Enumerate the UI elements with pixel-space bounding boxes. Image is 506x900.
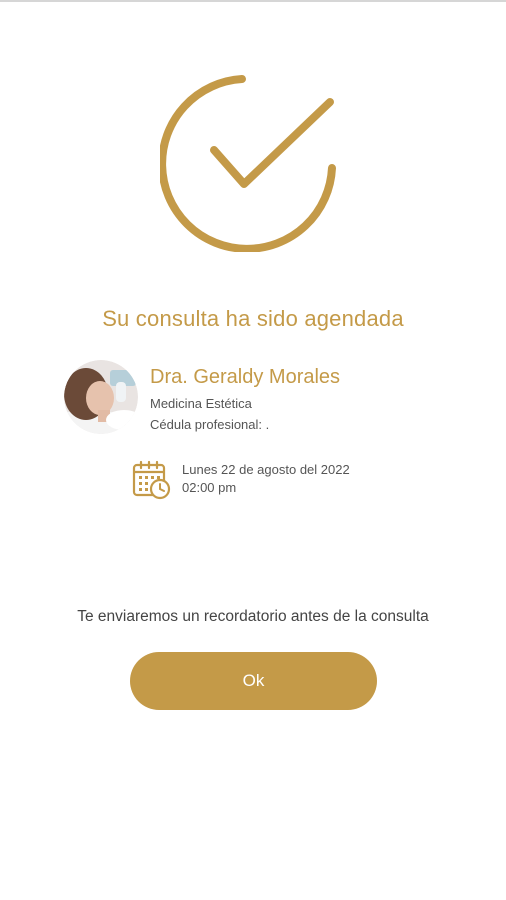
reminder-message: Te enviaremos un recordatorio antes de l…: [77, 608, 429, 625]
page-title: Su consulta ha sido agendada: [102, 306, 404, 331]
top-divider: [0, 0, 506, 2]
doctor-avatar: [64, 360, 138, 434]
appointment-date: Lunes 22 de agosto del 2022: [182, 462, 350, 477]
appointment-time: 02:00 pm: [182, 480, 237, 495]
check-circle-icon: [158, 72, 346, 253]
calendar-clock-icon: [132, 460, 172, 500]
ok-button[interactable]: Ok: [130, 652, 377, 710]
doctor-specialty: Medicina Estética: [150, 396, 252, 411]
doctor-license: Cédula profesional: .: [150, 417, 270, 432]
doctor-name: Dra. Geraldy Morales: [150, 366, 341, 388]
